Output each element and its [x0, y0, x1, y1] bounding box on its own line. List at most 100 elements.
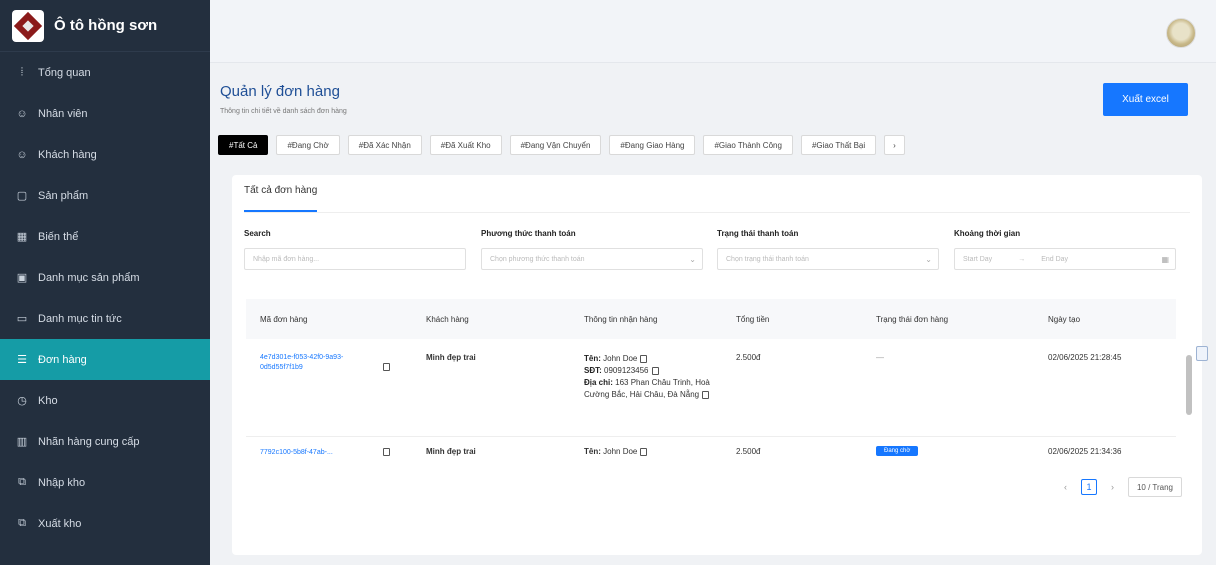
search-label: Search: [244, 229, 271, 238]
filter-chip-shipping[interactable]: #Đang Vận Chuyển: [509, 135, 602, 155]
status-filter-bar: #Tất Cả #Đang Chờ #Đã Xác Nhận #Đã Xuất …: [218, 135, 905, 155]
sidebar: Ô tô hồng sơn ⦙ Tổng quan ☺ Nhân viên ☺ Khá…: [0, 0, 210, 565]
sidebar-item-label: Sản phẩm: [38, 189, 89, 202]
column-header-total: Tổng tiền: [736, 314, 770, 324]
start-date-placeholder: Start Day: [963, 255, 993, 263]
brand-logo: [12, 9, 44, 42]
export-icon: ⧉: [18, 517, 26, 529]
sidebar-item-label: Xuất kho: [38, 517, 82, 530]
sidebar-item-label: Kho: [38, 394, 58, 407]
grid-icon: ▦: [16, 231, 28, 243]
payment-status-select[interactable]: Chọn trạng thái thanh toán ⌄: [717, 248, 939, 270]
filter-scroll-right-button[interactable]: ›: [884, 135, 905, 155]
orders-table: Mã đơn hàng Khách hàng Thông tin nhận hà…: [246, 299, 1176, 467]
page-size-select[interactable]: 10 / Trang: [1127, 477, 1182, 497]
search-input[interactable]: Nhập mã đơn hàng...: [244, 248, 466, 270]
sidebar-item-staff[interactable]: ☺ Nhân viên: [0, 93, 210, 134]
sidebar-item-products[interactable]: ▢ Sản phẩm: [0, 175, 210, 216]
chevron-down-icon: ⌄: [689, 254, 696, 264]
sidebar-item-label: Tổng quan: [38, 66, 91, 79]
sidebar-item-news-categories[interactable]: ▭ Danh mục tin tức: [0, 298, 210, 339]
table-scrollbar[interactable]: [1186, 349, 1192, 469]
phone-label: SĐT:: [584, 366, 602, 375]
recipient-name: John Doe: [603, 354, 638, 363]
main-content: Quản lý đơn hàng Thông tin chi tiết về d…: [210, 63, 1216, 565]
sidebar-item-label: Danh mục tin tức: [38, 312, 122, 325]
sidebar-item-label: Nhân viên: [38, 107, 88, 120]
created-date-cell: 02/06/2025 21:34:36: [1048, 447, 1122, 456]
sidebar-item-label: Đơn hàng: [38, 353, 87, 366]
brand[interactable]: Ô tô hồng sơn: [0, 0, 210, 52]
recipient-info-cell: Tên: John Doe SĐT: 0909123456 Địa chỉ: 1…: [570, 339, 722, 436]
order-id-link[interactable]: 4e7d301e-f053-42f0-9a93-0d5d55f7f1b9: [260, 353, 380, 373]
copy-icon[interactable]: [702, 390, 710, 399]
payment-status-placeholder: Chọn trạng thái thanh toán: [726, 255, 809, 263]
table-row: 4e7d301e-f053-42f0-9a93-0d5d55f7f1b9 Min…: [246, 339, 1176, 437]
filter-chip-pending[interactable]: #Đang Chờ: [276, 135, 340, 155]
date-range-label: Khoảng thời gian: [954, 229, 1021, 238]
order-id-cell: 7792c100-5b8f-47ab-...: [246, 437, 412, 467]
filter-chip-failed[interactable]: #Giao Thất Bại: [800, 135, 877, 155]
sidebar-item-variants[interactable]: ▦ Biến thể: [0, 216, 210, 257]
total-cell: 2.500đ: [736, 353, 761, 362]
order-id-link[interactable]: 7792c100-5b8f-47ab-...: [260, 448, 380, 458]
filter-chip-exported[interactable]: #Đã Xuất Kho: [429, 135, 502, 155]
copy-icon[interactable]: [383, 362, 390, 371]
payment-method-select[interactable]: Chọn phương thức thanh toán ⌄: [481, 248, 703, 270]
sidebar-item-export[interactable]: ⧉ Xuất kho: [0, 503, 210, 544]
payment-method-label: Phương thức thanh toán: [481, 229, 576, 238]
address-label: Địa chỉ:: [584, 378, 613, 387]
column-header-order-status: Trạng thái đơn hàng: [876, 314, 949, 324]
scrollbar-thumb[interactable]: [1186, 355, 1192, 415]
filter-chip-delivered[interactable]: #Giao Thành Công: [703, 135, 793, 155]
orders-card: Tất cả đơn hàng Search Nhập mã đơn hàng.…: [232, 175, 1202, 555]
column-header-customer: Khách hàng: [426, 314, 469, 324]
tab-divider: [244, 212, 1190, 213]
sidebar-item-import[interactable]: ⧉ Nhập kho: [0, 462, 210, 503]
folder-icon: ▣: [16, 272, 28, 284]
date-range-picker[interactable]: Start Day → End Day ▦: [954, 248, 1176, 270]
payment-method-placeholder: Chọn phương thức thanh toán: [490, 255, 585, 263]
export-excel-button[interactable]: Xuất excel: [1103, 83, 1188, 116]
tag-icon: ▥: [16, 436, 28, 448]
sidebar-item-overview[interactable]: ⦙ Tổng quan: [0, 52, 210, 93]
sidebar-item-product-categories[interactable]: ▣ Danh mục sản phẩm: [0, 257, 210, 298]
sidebar-item-orders[interactable]: ☰ Đơn hàng: [0, 339, 210, 380]
copy-icon[interactable]: [383, 447, 390, 456]
next-page-button[interactable]: ›: [1111, 482, 1114, 492]
sidebar-item-warehouse[interactable]: ◷ Kho: [0, 380, 210, 421]
sidebar-item-label: Nhãn hàng cung cấp: [38, 435, 140, 448]
pagination: ‹ 1 › 10 / Trang: [1064, 477, 1182, 497]
sidebar-nav: ⦙ Tổng quan ☺ Nhân viên ☺ Khách hàng ▢ Sản p…: [0, 52, 210, 544]
calendar-icon: ▦: [1161, 254, 1169, 264]
document-icon[interactable]: [1196, 346, 1208, 361]
sidebar-item-label: Nhập kho: [38, 476, 86, 489]
table-row: 7792c100-5b8f-47ab-... Minh đẹp trai Tên…: [246, 437, 1176, 467]
clock-icon: ◷: [17, 395, 27, 407]
order-status-cell: Đang chờ: [862, 437, 1034, 467]
copy-icon[interactable]: [651, 366, 659, 375]
topbar: [210, 0, 1216, 63]
filter-chip-delivering[interactable]: #Đang Giao Hàng: [609, 135, 696, 155]
filter-chip-all[interactable]: #Tất Cả: [218, 135, 269, 155]
sidebar-item-customers[interactable]: ☺ Khách hàng: [0, 134, 210, 175]
filter-chip-confirmed[interactable]: #Đã Xác Nhận: [347, 135, 422, 155]
page-number-current[interactable]: 1: [1080, 479, 1097, 495]
page-subtitle: Thông tin chi tiết về danh sách đơn hàng: [220, 108, 347, 115]
column-header-order-id: Mã đơn hàng: [260, 314, 308, 324]
chevron-down-icon: ⌄: [925, 254, 932, 264]
end-date-placeholder: End Day: [1041, 255, 1069, 263]
copy-icon[interactable]: [640, 447, 648, 456]
recipient-name: John Doe: [603, 447, 638, 456]
folder-icon: ▭: [16, 313, 28, 325]
copy-icon[interactable]: [640, 354, 648, 363]
created-date-cell: 02/06/2025 21:28:45: [1048, 353, 1122, 362]
tab-all-orders[interactable]: Tất cả đơn hàng: [244, 185, 318, 212]
recipient-info-cell: Tên: John Doe: [570, 437, 722, 467]
sidebar-item-brands[interactable]: ▥ Nhãn hàng cung cấp: [0, 421, 210, 462]
recipient-phone: 0909123456: [604, 366, 649, 375]
user-icon: ☺: [16, 107, 28, 120]
prev-page-button[interactable]: ‹: [1064, 482, 1067, 492]
avatar[interactable]: [1166, 18, 1196, 48]
brand-name: Ô tô hồng sơn: [54, 17, 158, 34]
